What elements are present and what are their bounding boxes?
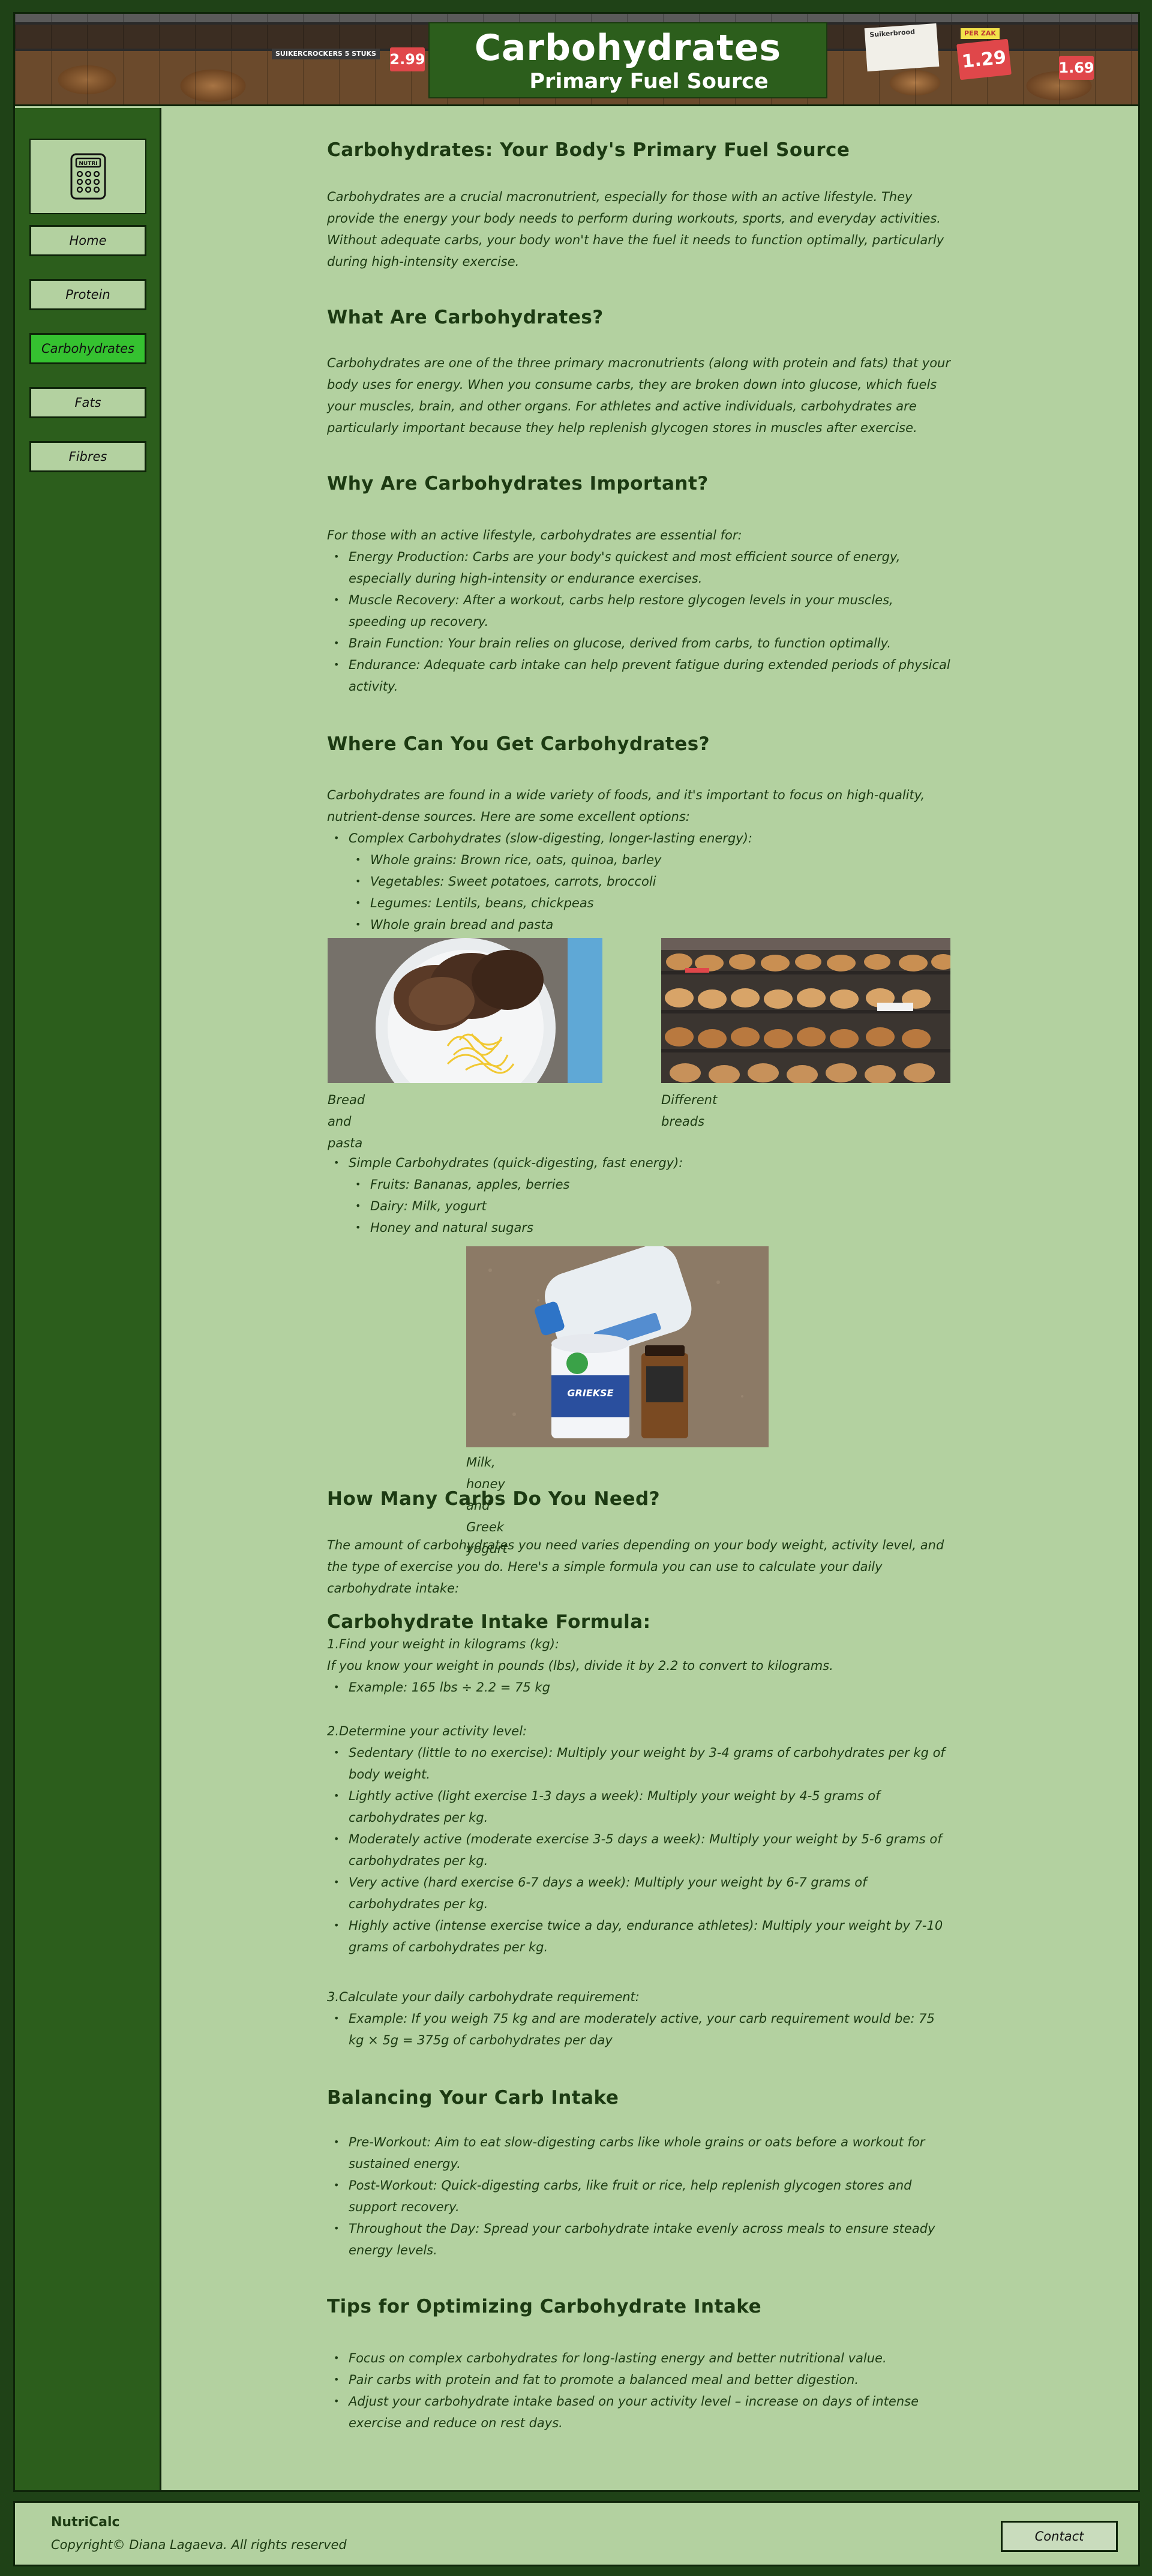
bread-pasta-image xyxy=(328,938,602,1083)
balancing-list: Pre-Workout: Aim to eat slow-digesting c… xyxy=(327,2131,951,2261)
section-title: What Are Carbohydrates? xyxy=(327,307,604,328)
section-text: Carbohydrates are found in a wide variet… xyxy=(327,788,925,824)
footer-copyright: Copyright© Diana Lagaeva. All rights res… xyxy=(51,2538,347,2552)
calculator-icon: NUTRI xyxy=(70,153,106,200)
list-item: Whole grain bread and pasta xyxy=(327,914,951,935)
section-text: For those with an active lifestyle, carb… xyxy=(327,528,742,542)
list-item: Throughout the Day: Spread your carbohyd… xyxy=(327,2218,951,2261)
list-item: Post-Workout: Quick-digesting carbs, lik… xyxy=(327,2175,951,2218)
complex-carbs-list: Complex Carbohydrates (slow-digesting, l… xyxy=(327,827,951,849)
complex-carbs-sublist: Whole grains: Brown rice, oats, quinoa, … xyxy=(327,849,951,935)
section-title: Why Are Carbohydrates Important? xyxy=(327,473,709,494)
header-banner: SUIKERCROCKERS 5 STUKS 2.99 Suikerbrood … xyxy=(15,14,1138,106)
list-item: Vegetables: Sweet potatoes, carrots, bro… xyxy=(327,871,951,892)
simple-carbs-sublist: Fruits: Bananas, apples, berries Dairy: … xyxy=(327,1174,951,1238)
tips-list: Focus on complex carbohydrates for long-… xyxy=(327,2347,951,2434)
section-text: The amount of carbohydrates you need var… xyxy=(327,1538,944,1596)
image-caption: Bread and pasta xyxy=(328,1093,365,1150)
yogurt-label: GRIEKSE xyxy=(567,1387,613,1399)
section-text: 2.Determine your activity level: xyxy=(327,1724,527,1738)
nav-fats[interactable]: Fats xyxy=(29,387,146,418)
section-title: Carbohydrate Intake Formula: xyxy=(327,1611,651,1633)
list-item: Brain Function: Your brain relies on glu… xyxy=(327,632,951,654)
simple-carbs-list: Simple Carbohydrates (quick-digesting, f… xyxy=(327,1152,951,1174)
milk-honey-yogurt-image: GRIEKSE xyxy=(466,1246,769,1447)
contact-button[interactable]: Contact xyxy=(1001,2521,1118,2552)
price-tag: 2.99 xyxy=(389,47,425,71)
list-item: Example: If you weigh 75 kg and are mode… xyxy=(327,2008,951,2051)
image-caption: Different breads xyxy=(661,1093,718,1129)
list-item: Very active (hard exercise 6-7 days a we… xyxy=(327,1872,951,1915)
list-item: Simple Carbohydrates (quick-digesting, f… xyxy=(327,1152,951,1174)
shelf-label: SUIKERCROCKERS 5 STUKS xyxy=(272,49,380,59)
footer-brand: NutriCalc xyxy=(51,2515,120,2530)
list-item: Lightly active (light exercise 1-3 days … xyxy=(327,1785,951,1828)
nav-protein[interactable]: Protein xyxy=(29,279,146,310)
title-box: Carbohydrates Primary Fuel Source xyxy=(428,22,827,98)
activity-level-list: Sedentary (little to no exercise): Multi… xyxy=(327,1742,951,1958)
section-text: 1.Find your weight in kilograms (kg): xyxy=(327,1637,559,1651)
list-item: Focus on complex carbohydrates for long-… xyxy=(327,2347,951,2369)
list-item: Moderately active (moderate exercise 3-5… xyxy=(327,1828,951,1872)
list-item: Adjust your carbohydrate intake based on… xyxy=(327,2391,951,2434)
list-item: Muscle Recovery: After a workout, carbs … xyxy=(327,589,951,632)
nav-fibres[interactable]: Fibres xyxy=(29,441,146,472)
section-title: Balancing Your Carb Intake xyxy=(327,2087,619,2109)
page-subtitle: Primary Fuel Source xyxy=(529,70,769,94)
list-item: Honey and natural sugars xyxy=(327,1217,951,1238)
section-text: If you know your weight in pounds (lbs),… xyxy=(327,1659,833,1673)
promo-label: PER ZAK xyxy=(961,28,1000,39)
list-item: Endurance: Adequate carb intake can help… xyxy=(327,654,951,697)
section-title: Tips for Optimizing Carbohydrate Intake xyxy=(327,2296,762,2317)
breads-image xyxy=(661,938,950,1083)
list-item: Sedentary (little to no exercise): Multi… xyxy=(327,1742,951,1785)
list-item: Fruits: Bananas, apples, berries xyxy=(327,1174,951,1195)
list-item: Complex Carbohydrates (slow-digesting, l… xyxy=(327,827,951,849)
step1-list: Example: 165 lbs ÷ 2.2 = 75 kg xyxy=(327,1677,951,1698)
page-title: Carbohydrates xyxy=(474,27,782,69)
list-item: Highly active (intense exercise twice a … xyxy=(327,1915,951,1958)
section-text: 3.Calculate your daily carbohydrate requ… xyxy=(327,1990,640,2004)
price-tag: 1.29 xyxy=(956,38,1012,80)
list-item: Pair carbs with protein and fat to promo… xyxy=(327,2369,951,2391)
step3-list: Example: If you weigh 75 kg and are mode… xyxy=(327,2008,951,2051)
sidebar: NUTRI Home Protein Carbohydrates Fats Fi… xyxy=(15,108,161,2490)
list-item: Energy Production: Carbs are your body's… xyxy=(327,546,951,589)
section-text: Carbohydrates are a crucial macronutrien… xyxy=(327,190,944,269)
section-title: Carbohydrates: Your Body's Primary Fuel … xyxy=(327,139,850,161)
logo-text: NUTRI xyxy=(79,161,97,167)
list-item: Legumes: Lentils, beans, chickpeas xyxy=(327,892,951,914)
importance-list: Energy Production: Carbs are your body's… xyxy=(327,546,951,697)
price-tag: 1.69 xyxy=(1058,56,1094,80)
nav-carbohydrates[interactable]: Carbohydrates xyxy=(29,333,146,364)
list-item: Example: 165 lbs ÷ 2.2 = 75 kg xyxy=(327,1677,951,1698)
section-text: Carbohydrates are one of the three prima… xyxy=(327,356,950,435)
section-title: How Many Carbs Do You Need? xyxy=(327,1488,661,1510)
nav-home[interactable]: Home xyxy=(29,225,146,256)
list-item: Pre-Workout: Aim to eat slow-digesting c… xyxy=(327,2131,951,2175)
logo[interactable]: NUTRI xyxy=(29,139,146,214)
list-item: Dairy: Milk, yogurt xyxy=(327,1195,951,1217)
footer: NutriCalc Copyright© Diana Lagaeva. All … xyxy=(13,2501,1140,2566)
shelf-label: Suikerbrood xyxy=(864,23,940,72)
section-title: Where Can You Get Carbohydrates? xyxy=(327,733,710,755)
list-item: Whole grains: Brown rice, oats, quinoa, … xyxy=(327,849,951,871)
